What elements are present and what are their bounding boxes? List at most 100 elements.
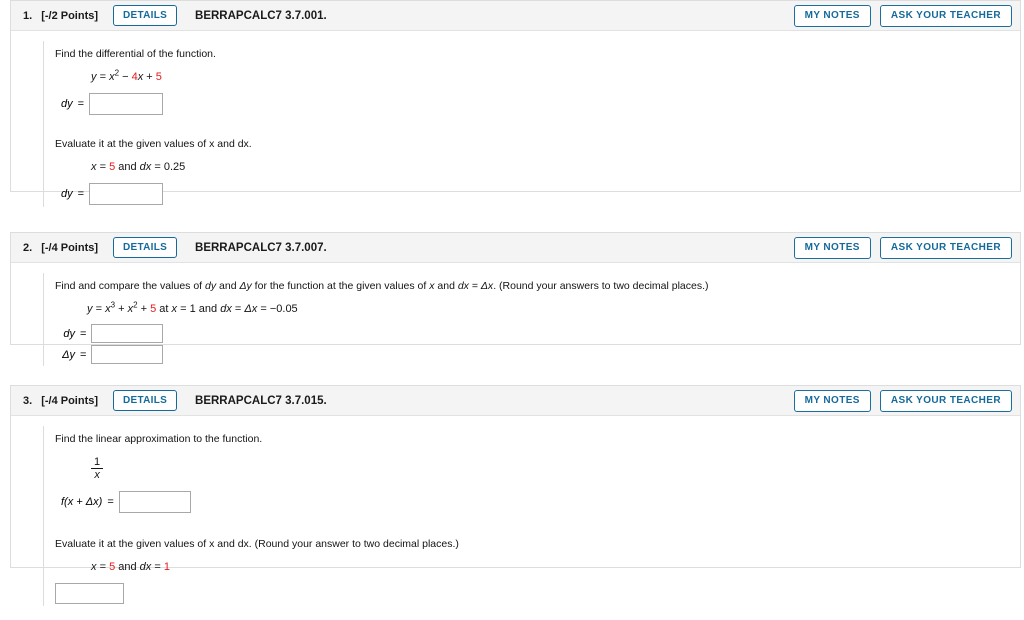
- prompt-2-part-f: . (Round your answers to two decimal pla…: [493, 280, 709, 292]
- equation-2-delta-x-label: Δx: [244, 303, 258, 315]
- given-dx-label-3: dx: [139, 561, 152, 573]
- my-notes-button-1[interactable]: MY NOTES: [793, 4, 871, 27]
- problem-points-2: [-/4 Points]: [41, 241, 99, 254]
- prompt-text-1b-label: Evaluate it at the given values of x and…: [55, 138, 252, 150]
- answer-row-2b: Δy =: [59, 345, 1020, 364]
- given-and-3: and: [118, 561, 137, 573]
- prompt-text-3a: Find the linear approximation to the fun…: [55, 433, 263, 445]
- prompt-2-part-a: Find and compare the values of: [55, 280, 206, 292]
- given-values-3: x = 5 and dx = 1: [91, 559, 1020, 575]
- problem-body-1: Find the differential of the function. y…: [11, 31, 1020, 221]
- prompt-text-3b: Evaluate it at the given values of x and…: [55, 537, 1020, 552]
- problem-header-3: 3. [-/4 Points] DETAILS BERRAPCALC7 3.7.…: [11, 386, 1020, 416]
- given-and-1: and: [118, 161, 137, 173]
- answer-row-3a: f(x + Δx) =: [61, 491, 1020, 513]
- prompt-2-dy: dy: [205, 280, 217, 292]
- answer-input-2b[interactable]: [91, 345, 164, 364]
- equation-1-op2: +: [146, 71, 153, 83]
- equation-2-op1: +: [118, 303, 125, 315]
- fraction-3: 1 x: [91, 456, 104, 481]
- given-dx-eq-3: =: [154, 561, 161, 573]
- prompt-text-1b: Evaluate it at the given values of x and…: [55, 137, 1020, 152]
- answer-eq-2a: =: [80, 327, 87, 340]
- given-x-label-3: x: [91, 561, 97, 573]
- equation-2-e1: 3: [110, 300, 116, 310]
- function-expression-3: 1 x: [91, 456, 1020, 481]
- equation-2-e2: 2: [133, 300, 138, 310]
- prompt-2-part-b: and: [216, 280, 240, 292]
- equation-1-lhs: y: [91, 71, 97, 83]
- prompt-text-3b-label: Evaluate it at the given values of x and…: [55, 538, 459, 550]
- given-dx-value-3: 1: [163, 561, 170, 573]
- equation-2-dx-value: −0.05: [269, 303, 298, 315]
- answer-input-2a[interactable]: [91, 324, 164, 343]
- problem-card-1: 1. [-/2 Points] DETAILS BERRAPCALC7 3.7.…: [10, 0, 1021, 207]
- answer-eq-1a: =: [77, 98, 85, 110]
- fraction-denominator-3: x: [91, 468, 104, 481]
- answer-eq-1b: =: [77, 188, 85, 200]
- answer-row-1b: dy =: [61, 183, 1020, 205]
- equation-2-dx-eq: =: [234, 303, 242, 315]
- prompt-2-part-c: for the function at the given values of: [251, 280, 430, 292]
- equation-1-op1: −: [122, 71, 129, 83]
- my-notes-button-2[interactable]: MY NOTES: [793, 236, 871, 259]
- equation-2-and: and: [198, 303, 218, 315]
- equation-2-lhs: y: [87, 303, 93, 315]
- prompt-text-2: Find and compare the values of dy and Δy…: [55, 279, 1020, 294]
- equation-1-exp1: 2: [114, 68, 120, 78]
- equation-2-eq: =: [95, 303, 102, 315]
- equation-2-const: 5: [150, 303, 157, 315]
- equation-2-dx-eq2: =: [260, 303, 267, 315]
- problem-number-3: 3.: [23, 394, 33, 407]
- equation-2-op2: +: [140, 303, 148, 315]
- answer-input-1b[interactable]: [89, 183, 164, 205]
- answer-eq-3a: =: [107, 496, 114, 508]
- equation-2: y = x3 + x2 + 5 at x = 1 and dx = Δx = −…: [87, 301, 1020, 317]
- given-x-eq-1: =: [99, 161, 106, 173]
- problem-content-2: Find and compare the values of dy and Δy…: [43, 273, 1020, 366]
- ask-your-teacher-button-1[interactable]: ASK YOUR TEACHER: [879, 4, 1012, 27]
- equation-1-const: 5: [155, 71, 162, 83]
- equation-2-dx-label: dx: [220, 303, 232, 315]
- given-x-value-3: 5: [109, 561, 116, 573]
- details-button-3[interactable]: DETAILS: [113, 390, 178, 411]
- answer-row-3b: [55, 583, 1020, 604]
- answer-row-2a: dy =: [59, 324, 1020, 343]
- fraction-numerator-3: 1: [94, 456, 101, 468]
- given-values-1: x = 5 and dx = 0.25: [91, 159, 1020, 175]
- problem-points-3: [-/4 Points]: [41, 394, 99, 407]
- given-x-eq-3: =: [99, 561, 106, 573]
- equation-1-var2: x: [137, 71, 144, 83]
- ask-your-teacher-button-3[interactable]: ASK YOUR TEACHER: [879, 389, 1012, 412]
- equation-1-eq: =: [99, 71, 106, 83]
- answer-label-1b: dy: [61, 188, 73, 200]
- answer-eq-2b: =: [80, 348, 87, 361]
- given-x-value-1: 5: [109, 161, 116, 173]
- problem-header-2: 2. [-/4 Points] DETAILS BERRAPCALC7 3.7.…: [11, 233, 1020, 263]
- given-dx-value-1: 0.25: [163, 161, 186, 173]
- details-button-1[interactable]: DETAILS: [113, 5, 178, 26]
- prompt-2-dx: dx: [457, 280, 469, 292]
- equation-2-x-value: 1: [189, 303, 196, 315]
- answer-input-3b[interactable]: [55, 583, 124, 604]
- answer-label-3a: f(x + Δx): [61, 496, 103, 508]
- answer-label-2a: dy: [63, 327, 75, 340]
- problem-content-3: Find the linear approximation to the fun…: [43, 426, 1020, 606]
- problem-number-1: 1.: [23, 9, 33, 22]
- ask-your-teacher-button-2[interactable]: ASK YOUR TEACHER: [879, 236, 1012, 259]
- given-dx-eq-1: =: [154, 161, 161, 173]
- prompt-2-delta-y: Δy: [239, 280, 252, 292]
- answer-label-1a: dy: [61, 98, 73, 110]
- my-notes-button-3[interactable]: MY NOTES: [793, 389, 871, 412]
- problem-number-2: 2.: [23, 241, 33, 254]
- problem-content-1: Find the differential of the function. y…: [43, 41, 1020, 207]
- answer-input-1a[interactable]: [89, 93, 164, 115]
- equation-2-x-eq: =: [180, 303, 187, 315]
- equation-1: y = x2 − 4x + 5: [91, 69, 1020, 85]
- answer-input-3a[interactable]: [118, 491, 191, 513]
- answer-row-1a: dy =: [61, 93, 1020, 115]
- problem-code-2: BERRAPCALC7 3.7.007.: [195, 241, 327, 254]
- details-button-2[interactable]: DETAILS: [113, 237, 178, 258]
- problem-body-3: Find the linear approximation to the fun…: [11, 416, 1020, 620]
- equation-2-x-label: x: [171, 303, 178, 315]
